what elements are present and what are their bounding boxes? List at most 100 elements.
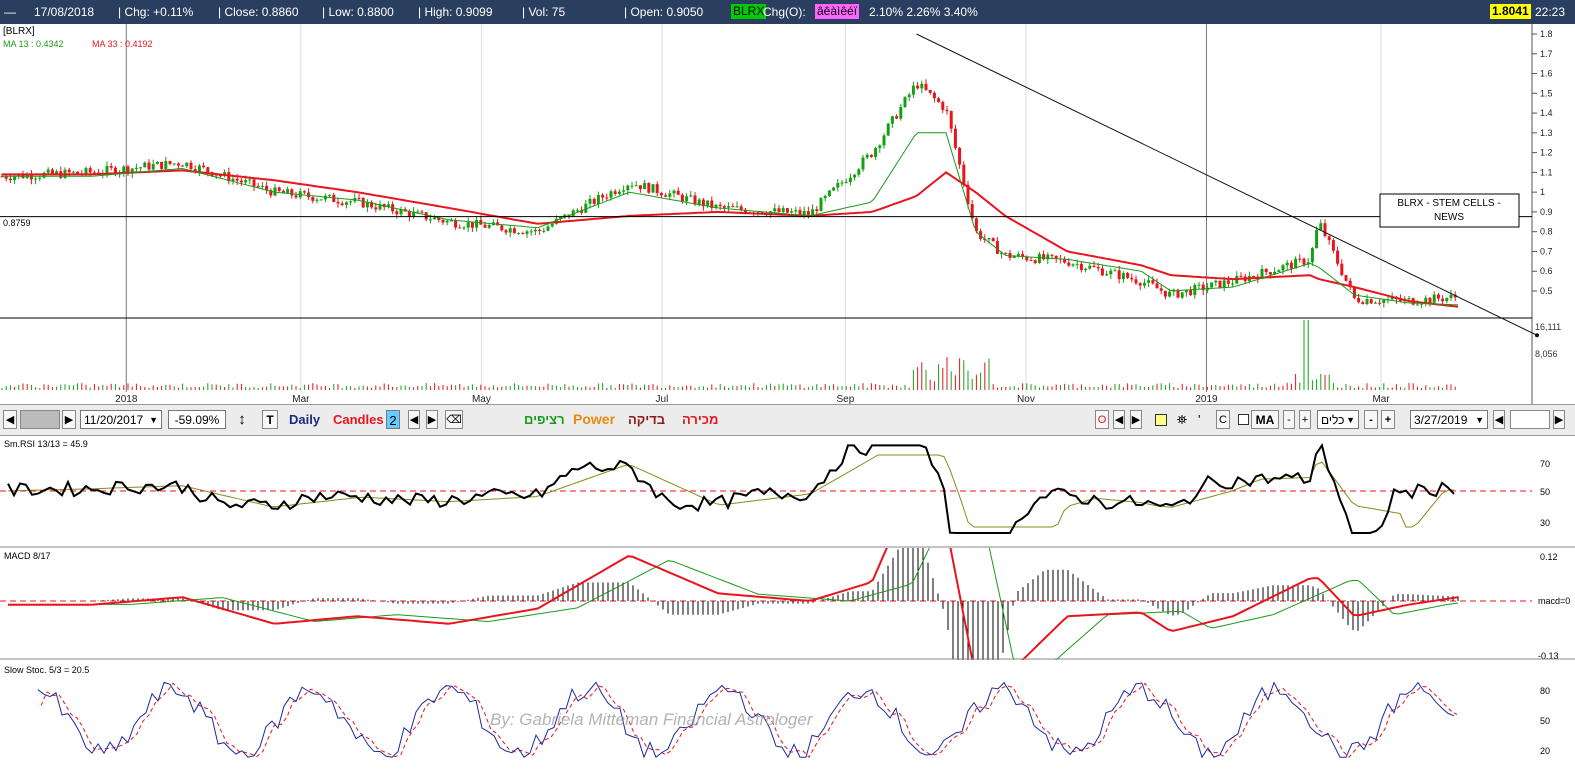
color-swatch[interactable] [1155,414,1167,426]
stochastic-panel[interactable]: Slow Stoc. 5/3 = 20.5 By: Gabriela Mitte… [0,661,1575,778]
candle-body [626,185,630,191]
volume-bar [1379,386,1381,390]
volume-bar [312,383,314,390]
candle-body [109,166,113,168]
candle-body [416,211,420,213]
ma-button[interactable]: MA [1251,410,1279,429]
candle-body [1159,288,1163,291]
candle-body [844,182,848,184]
ma-plus-button[interactable]: + [1299,410,1311,429]
c-button[interactable]: C [1216,410,1230,429]
volume-bar [1303,320,1305,390]
volume-bar [240,383,242,390]
volume-bar [1404,387,1406,390]
style-next-button[interactable]: ▶ [426,410,438,429]
power-button[interactable]: Power [573,410,615,429]
hebrew-check-button[interactable]: בדיקה [628,410,665,429]
candle-body [588,198,592,204]
rsi-panel[interactable]: Sm.RSI 13/13 = 45.9 70 50 30 [0,436,1575,548]
candle-body [802,211,806,215]
volume-bar [434,383,436,390]
candle-body [777,208,781,212]
style-prev-button[interactable]: ◀ [408,410,420,429]
o-button[interactable]: O [1095,410,1109,429]
candle-body [899,107,903,119]
candle-body [512,228,516,234]
volume-bar [144,387,146,390]
hebrew-continuous-button[interactable]: רציפים [524,410,565,429]
volume-bar [824,384,826,390]
header-high: | High: 0.9099 [418,5,493,19]
volume-bar [1257,383,1259,390]
scroll-end-left-button[interactable]: ◀ [1493,410,1505,429]
volume-bar [198,387,200,390]
text-tool-button[interactable]: T [262,410,278,429]
candle-body [1210,282,1214,288]
nav-next-button[interactable]: ▶ [1130,410,1142,429]
nav-prev-button[interactable]: ◀ [1113,410,1125,429]
volume-bar [572,385,574,390]
style-number-field[interactable]: 2 [386,410,400,429]
volume-bar [980,372,982,390]
candle-body [475,220,479,228]
eraser-icon[interactable]: ⌫ [445,410,463,429]
percent-change-field[interactable]: -59.09% [168,410,226,429]
volume-bar [1185,386,1187,390]
zoom-in-button[interactable]: + [1381,410,1395,429]
volume-bar [463,387,465,390]
volume-bar [908,387,910,390]
candle-body [1088,265,1092,269]
volume-bar [47,384,49,390]
macd-panel[interactable]: MACD 8/17 0.12 macd=0 -0.13 [0,548,1575,660]
ma-checkbox[interactable] [1238,414,1249,425]
volume-bar [774,385,776,390]
chart-style-selector[interactable]: Candles [333,410,384,429]
volume-bar [1026,383,1028,390]
candle-body [1117,270,1121,280]
end-date-select[interactable]: 3/27/2019 ▼ [1410,410,1488,429]
volume-bar [1282,385,1284,390]
volume-bar [967,370,969,390]
volume-bar [1127,383,1129,390]
volume-bar [421,386,423,390]
binoculars-icon[interactable]: ⛯ [1174,410,1190,429]
candle-body [1428,297,1432,303]
candle-body [937,98,941,102]
volume-bar [1274,383,1276,390]
candle-body [374,207,378,210]
zoom-out-button[interactable]: - [1364,410,1378,429]
quote-icon[interactable]: ' [1198,410,1210,429]
scroll-right-button[interactable]: ▶ [62,410,76,429]
chevron-down-icon: ▼ [1346,415,1355,425]
end-scrollbar[interactable] [1510,410,1550,429]
volume-bar [429,386,431,390]
candle-body [1231,283,1235,285]
volume-bar [182,383,184,390]
candle-body [949,111,953,129]
hebrew-sell-button[interactable]: מכירה [682,410,718,429]
volume-bar [618,383,620,390]
candle-body [916,85,920,89]
price-chart[interactable]: 1.8 1.7 1.6 1.5 1.4 1.3 1.2 1.1 1 0.9 0.8 0.7 0.6 0.5… [0,24,1575,404]
volume-bar [1446,384,1448,390]
scroll-left-button[interactable]: ◀ [3,410,17,429]
symbol-badge[interactable]: BLRX [731,4,767,19]
scroll-end-right-button[interactable]: ▶ [1553,410,1565,429]
start-date-select[interactable]: 11/20/2017 ▼ [80,410,162,429]
volume-bar [954,375,956,390]
volume-bar [845,386,847,390]
candle-body [1361,302,1365,304]
scrollbar-thumb[interactable] [20,410,60,429]
candle-body [596,194,600,204]
candle-body [638,185,642,190]
tools-select[interactable]: כלים ▼ [1317,410,1359,429]
candle-body [1264,268,1268,273]
candle-body [500,225,504,231]
period-selector[interactable]: Daily [289,410,320,429]
candle-body [605,197,609,199]
ma-minus-button[interactable]: - [1283,410,1295,429]
price-tick-label: 1 [1540,187,1545,197]
candle-body [1298,258,1302,260]
volume-bar [484,386,486,390]
vertical-resize-icon[interactable]: ↕ [234,410,250,429]
